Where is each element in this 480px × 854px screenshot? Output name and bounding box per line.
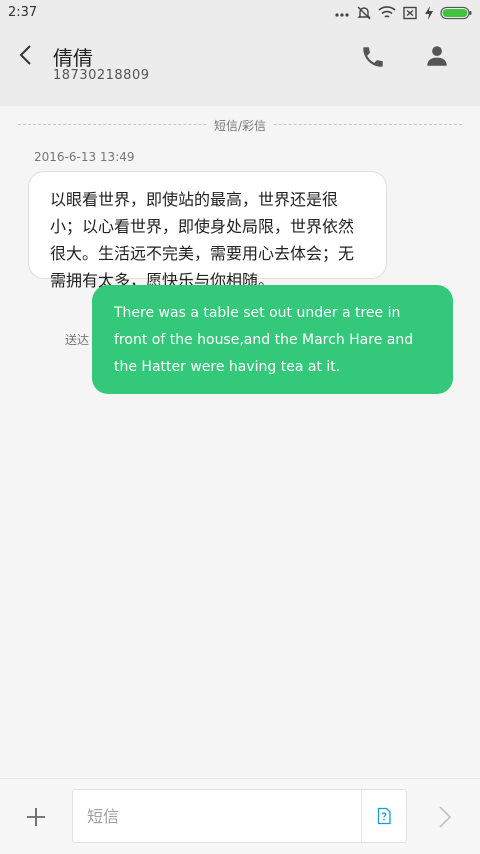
notification-off-icon: [357, 6, 371, 20]
sim-card-icon[interactable]: [375, 807, 393, 825]
conversation-header: 倩倩 18730218809: [0, 26, 480, 106]
message-type-label: 短信/彩信: [0, 115, 480, 134]
back-arrow-icon[interactable]: [14, 42, 40, 68]
more-dots-icon: [335, 13, 349, 17]
delivery-status: 送达: [65, 333, 90, 347]
message-input-box: [72, 789, 407, 843]
contact-number: 18730218809: [53, 68, 150, 83]
plus-icon[interactable]: [22, 803, 50, 831]
charging-bolt-icon: [425, 6, 433, 20]
message-type-text: 短信/彩信: [207, 119, 273, 133]
compose-bar: [0, 778, 480, 854]
outgoing-message-text: There was a table set out under a tree i…: [114, 305, 414, 375]
wifi-icon: [378, 6, 396, 18]
battery-icon: [440, 6, 472, 20]
no-sim-icon: [403, 6, 417, 20]
incoming-message-text: 以眼看世界，即使站的最高，世界还是很小；以心看世界，即使身处局限，世界依然很大。…: [50, 190, 355, 290]
status-time: 2:37: [8, 5, 38, 20]
contact-name: 倩倩: [53, 46, 93, 70]
person-icon[interactable]: [424, 43, 450, 69]
outgoing-message-bubble[interactable]: There was a table set out under a tree i…: [92, 285, 453, 394]
send-arrow-icon[interactable]: [432, 803, 458, 831]
status-bar: 2:37: [0, 0, 480, 26]
incoming-message-bubble[interactable]: 以眼看世界，即使站的最高，世界还是很小；以心看世界，即使身处局限，世界依然很大。…: [28, 171, 387, 290]
message-input[interactable]: [73, 790, 361, 842]
input-divider: [361, 790, 362, 842]
phone-icon[interactable]: [360, 44, 386, 70]
status-icons: [334, 5, 472, 21]
message-timestamp: 2016-6-13 13:49: [34, 150, 135, 164]
